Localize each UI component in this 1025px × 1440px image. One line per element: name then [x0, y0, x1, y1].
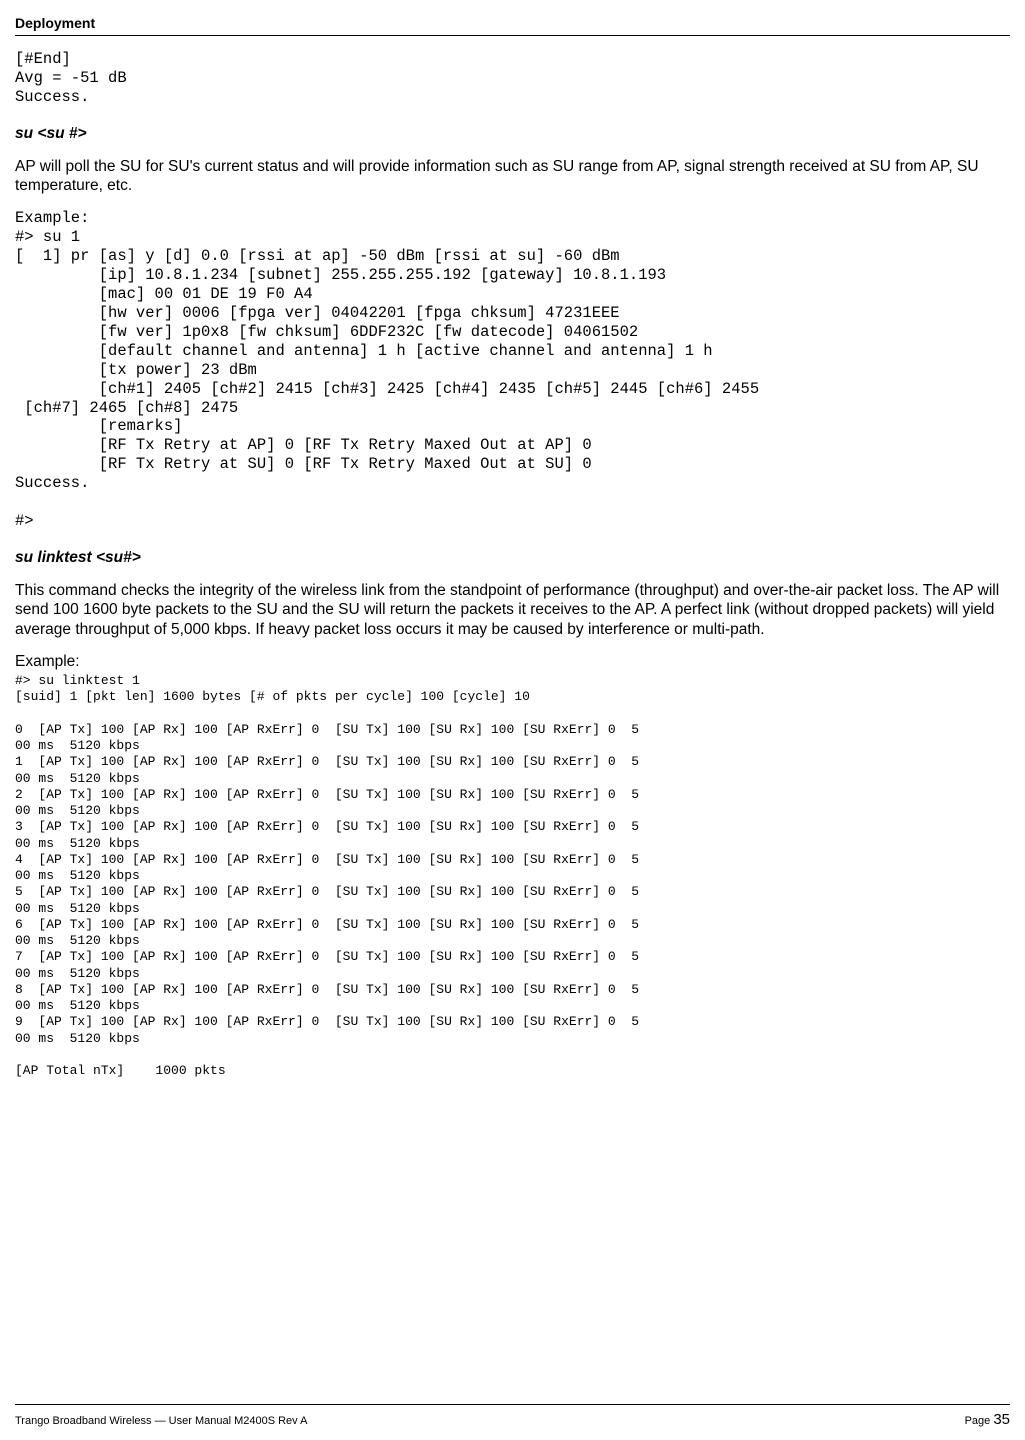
footer-left-text: Trango Broadband Wireless — User Manual …: [15, 1415, 307, 1427]
linktest-command-description: This command checks the integrity of the…: [15, 581, 1010, 639]
su-command-description: AP will poll the SU for SU's current sta…: [15, 157, 1010, 196]
page-number: 35: [993, 1411, 1010, 1428]
footer-rule: [15, 1404, 1010, 1405]
su-command-heading: su <su #>: [15, 125, 1010, 143]
intro-code-block: [#End] Avg = -51 dB Success.: [15, 50, 1010, 107]
linktest-command-heading: su linktest <su#>: [15, 549, 1010, 567]
page-label: Page: [965, 1415, 994, 1427]
header-rule: [15, 35, 1010, 36]
example-label: Example:: [15, 653, 1010, 671]
footer-page: Page 35: [965, 1411, 1010, 1428]
page-header-title: Deployment: [15, 15, 1010, 31]
su-example-block: Example: #> su 1 [ 1] pr [as] y [d] 0.0 …: [15, 209, 1010, 530]
page-footer: Trango Broadband Wireless — User Manual …: [15, 1404, 1010, 1428]
linktest-output-block: #> su linktest 1 [suid] 1 [pkt len] 1600…: [15, 673, 1010, 1079]
